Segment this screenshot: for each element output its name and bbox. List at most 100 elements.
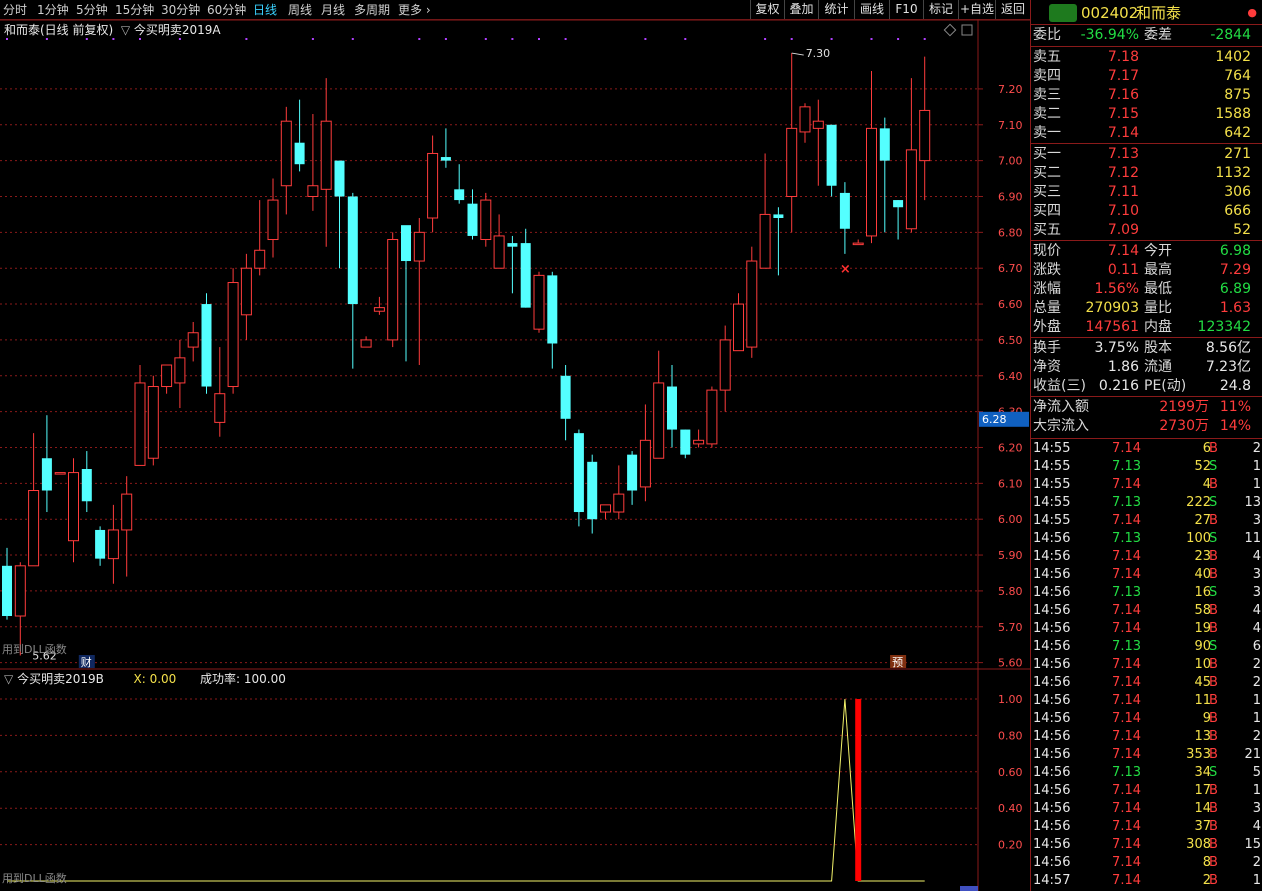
dll-note-main: 用到DLL函数	[2, 643, 67, 656]
tick-row: 14:56 7.14 58 B 4	[1031, 602, 1262, 620]
tick-direction: S	[1209, 585, 1218, 600]
f10-button[interactable]: F10	[889, 0, 923, 19]
candle-body-up	[174, 357, 186, 384]
period-15min[interactable]: 15分钟	[115, 1, 154, 18]
period-daily[interactable]: 日线	[253, 1, 277, 18]
indicator-toggle-icon[interactable]: ▽	[117, 23, 130, 37]
stat-label: 涨跌	[1033, 262, 1061, 278]
price-tick-label: 7.20	[998, 83, 1023, 96]
buy-price: 7.12	[1107, 165, 1139, 181]
period-toolbar: 分时 1分钟 5分钟 15分钟 30分钟 60分钟 日线 周线 月线 多周期 更…	[0, 0, 1030, 20]
buy-price: 7.10	[1107, 203, 1139, 219]
tick-row: 14:56 7.14 40 B 3	[1031, 566, 1262, 584]
tick-price: 7.13	[1112, 495, 1141, 510]
tick-volume: 19	[1194, 621, 1211, 636]
candle-body-up	[413, 231, 425, 262]
candle-body-down	[560, 375, 571, 419]
sell-level-label: 卖二	[1033, 106, 1061, 122]
high-price-pointer	[791, 52, 804, 56]
tick-price: 7.14	[1112, 441, 1141, 456]
buy-row: 买五 7.09 52	[1031, 221, 1262, 240]
tick-direction: B	[1209, 747, 1218, 762]
stat-value-2: 1.63	[1219, 300, 1251, 316]
candle-body-down	[627, 454, 638, 491]
period-30min[interactable]: 30分钟	[161, 1, 200, 18]
candle-body-up	[786, 127, 798, 197]
tick-row: 14:55 7.14 6 B 2	[1031, 440, 1262, 458]
back-button[interactable]: 返回	[995, 0, 1030, 19]
mark-button[interactable]: 标记	[923, 0, 958, 19]
candle-body-down	[95, 529, 106, 559]
tick-price: 7.13	[1112, 765, 1141, 780]
fund-value-2: 7.23亿	[1205, 359, 1251, 375]
tick-time: 14:56	[1033, 765, 1071, 780]
candle-body-up	[373, 307, 385, 312]
stock-header: 002402 和而泰 ●	[1031, 2, 1262, 24]
signal-dot	[684, 38, 687, 40]
tick-direction: B	[1209, 549, 1218, 564]
tick-volume: 6	[1202, 441, 1211, 456]
sell-row: 卖五 7.18 1402	[1031, 48, 1262, 67]
fund-row: 净资 1.86 流通 7.23亿	[1031, 358, 1262, 377]
price-tick-label: 6.60	[998, 298, 1023, 311]
tick-price: 7.13	[1112, 459, 1141, 474]
tick-time: 14:56	[1033, 585, 1071, 600]
candle-body-down	[826, 124, 837, 186]
tick-volume: 90	[1194, 639, 1211, 654]
fuquan-button[interactable]: 复权	[750, 0, 784, 19]
period-monthly[interactable]: 月线	[321, 1, 345, 18]
tick-volume: 308	[1186, 837, 1211, 852]
candle-body-down	[334, 160, 345, 197]
period-fenshi[interactable]: 分时	[3, 1, 27, 18]
period-multi[interactable]: 多周期	[354, 1, 390, 18]
buy-volume: 666	[1224, 203, 1251, 219]
fund-value-2: 8.56亿	[1205, 340, 1251, 356]
period-1min[interactable]: 1分钟	[37, 1, 69, 18]
overlay-button[interactable]: 叠加	[784, 0, 818, 19]
tick-volume: 16	[1194, 585, 1211, 600]
price-tick-label: 6.40	[998, 370, 1023, 383]
tick-price: 7.14	[1112, 477, 1141, 492]
indicator-toggle-icon[interactable]: ▽	[4, 672, 13, 686]
kline-chart[interactable]: 7.207.107.006.906.806.706.606.506.406.30…	[0, 19, 1030, 891]
tick-volume: 14	[1194, 801, 1211, 816]
stat-value-2: 6.98	[1219, 243, 1251, 259]
candle-body-up	[759, 213, 771, 269]
tick-time: 14:55	[1033, 477, 1071, 492]
candle-body-up	[706, 389, 718, 445]
tick-volume: 8	[1202, 855, 1211, 870]
buy-volume: 306	[1224, 184, 1251, 200]
tick-volume: 34	[1194, 765, 1211, 780]
tick-row: 14:56 7.14 19 B 4	[1031, 620, 1262, 638]
tick-count: 4	[1252, 621, 1261, 636]
tick-direction: B	[1209, 657, 1218, 672]
draw-button[interactable]: 画线	[854, 0, 889, 19]
tick-direction: B	[1209, 873, 1218, 888]
tick-row: 14:56 7.14 13 B 2	[1031, 728, 1262, 746]
buy-volume: 52	[1233, 222, 1251, 238]
tick-count: 1	[1252, 783, 1261, 798]
stats-button[interactable]: 统计	[818, 0, 854, 19]
tick-count: 1	[1252, 459, 1261, 474]
tick-direction: B	[1209, 693, 1218, 708]
period-weekly[interactable]: 周线	[288, 1, 312, 18]
tick-price: 7.13	[1112, 585, 1141, 600]
stat-row: 外盘 147561 内盘 123342	[1031, 318, 1262, 337]
indicator-tick-label: 0.40	[998, 802, 1023, 815]
price-tick-label: 7.00	[998, 155, 1023, 168]
indicator-name[interactable]: 今买明卖2019B	[17, 672, 104, 686]
period-60min[interactable]: 60分钟	[207, 1, 246, 18]
sell-price: 7.18	[1107, 49, 1139, 65]
add-favorite-button[interactable]: +自选	[958, 0, 995, 19]
fund-label-2: PE(动)	[1144, 378, 1187, 394]
signal-dot	[830, 38, 833, 40]
tick-time: 14:56	[1033, 549, 1071, 564]
main-indicator-name[interactable]: 今买明卖2019A	[134, 23, 221, 37]
price-tick-label: 6.10	[998, 477, 1023, 490]
period-5min[interactable]: 5分钟	[76, 1, 108, 18]
stat-value-2: 6.89	[1219, 281, 1251, 297]
buy-level-label: 买一	[1033, 146, 1061, 162]
period-more[interactable]: 更多 ›	[398, 1, 431, 18]
tick-count: 21	[1244, 747, 1261, 762]
stat-row: 现价 7.14 今开 6.98	[1031, 242, 1262, 261]
